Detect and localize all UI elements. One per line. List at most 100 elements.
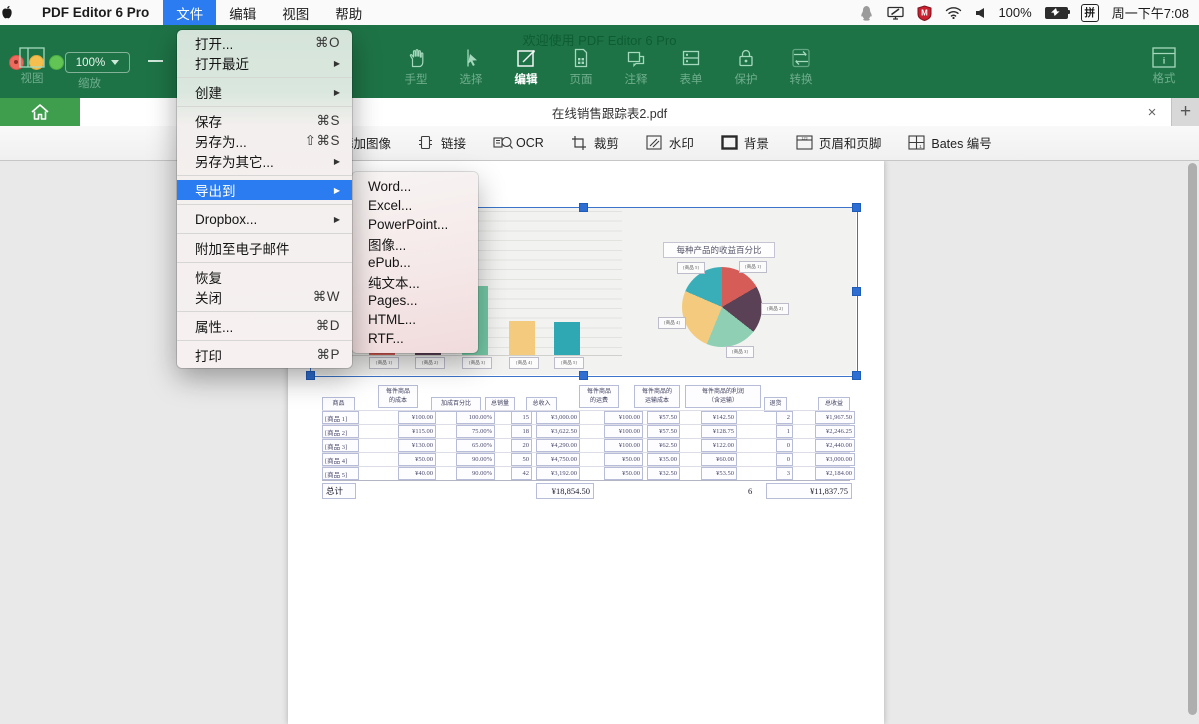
table-cell[interactable]: 3 bbox=[776, 467, 793, 480]
table-cell[interactable]: 15 bbox=[511, 411, 532, 424]
mcafee-shield-icon[interactable]: M bbox=[917, 5, 932, 21]
menu-item-save-as-other[interactable]: 另存为其它...▶ bbox=[177, 151, 352, 171]
table-cell[interactable]: [商品 4] bbox=[322, 453, 359, 466]
table-cell[interactable]: ¥62.50 bbox=[647, 439, 680, 452]
header-footer-button[interactable]: 123 页眉和页脚 bbox=[796, 133, 882, 152]
menu-item-open[interactable]: 打开...⌘O bbox=[177, 33, 352, 53]
menu-item-dropbox[interactable]: Dropbox...▶ bbox=[177, 209, 352, 229]
view-button[interactable]: 视图 bbox=[6, 47, 58, 86]
submenu-item-powerpoint[interactable]: PowerPoint... bbox=[352, 215, 478, 234]
menubar-item-view[interactable]: 视图 bbox=[269, 0, 322, 25]
menu-item-properties[interactable]: 属性...⌘D bbox=[177, 316, 352, 336]
table-header[interactable]: 每件商品 的成本 bbox=[378, 385, 418, 408]
tool-page[interactable]: 页面 bbox=[555, 47, 607, 87]
table-cell[interactable]: 42 bbox=[511, 467, 532, 480]
submenu-item-image[interactable]: 图像... bbox=[352, 234, 478, 253]
ocr-button[interactable]: OCR bbox=[493, 135, 544, 150]
table-cell[interactable]: 100.00% bbox=[456, 411, 495, 424]
zoom-out-button[interactable] bbox=[148, 60, 163, 62]
table-cell[interactable]: 18 bbox=[511, 425, 532, 438]
tool-hand[interactable]: 手型 bbox=[390, 47, 442, 87]
submenu-item-plain-text[interactable]: 纯文本... bbox=[352, 272, 478, 291]
home-tab-button[interactable] bbox=[0, 98, 80, 126]
menu-item-open-recent[interactable]: 打开最近▶ bbox=[177, 53, 352, 73]
background-button[interactable]: 背景 bbox=[721, 133, 769, 152]
menu-item-attach-to-email[interactable]: 附加至电子邮件 bbox=[177, 238, 352, 258]
table-cell[interactable]: ¥3,000.00 bbox=[536, 411, 580, 424]
menu-item-revert[interactable]: 恢复 bbox=[177, 267, 352, 287]
table-cell[interactable]: ¥60.00 bbox=[701, 453, 737, 466]
menubar-item-help[interactable]: 帮助 bbox=[322, 0, 375, 25]
table-cell[interactable]: ¥57.50 bbox=[647, 425, 680, 438]
table-cell[interactable]: 65.00% bbox=[456, 439, 495, 452]
table-cell[interactable]: ¥100.00 bbox=[604, 439, 643, 452]
menu-item-save-as[interactable]: 另存为...⇧⌘S bbox=[177, 131, 352, 151]
table-header[interactable]: 每件商品的利润 （含运输） bbox=[685, 385, 761, 408]
qq-status-icon[interactable] bbox=[859, 5, 874, 21]
table-cell[interactable]: ¥50.00 bbox=[398, 453, 436, 466]
table-cell[interactable]: [商品 5] bbox=[322, 467, 359, 480]
table-cell[interactable]: ¥115.00 bbox=[398, 425, 436, 438]
app-name[interactable]: PDF Editor 6 Pro bbox=[34, 5, 157, 20]
table-cell[interactable]: 0 bbox=[776, 453, 793, 466]
submenu-item-epub[interactable]: ePub... bbox=[352, 253, 478, 272]
submenu-item-excel[interactable]: Excel... bbox=[352, 196, 478, 215]
table-cell[interactable]: ¥4,750.00 bbox=[536, 453, 580, 466]
table-cell[interactable]: ¥3,192.00 bbox=[536, 467, 580, 480]
table-cell[interactable]: ¥100.00 bbox=[604, 425, 643, 438]
table-cell[interactable]: ¥50.00 bbox=[604, 453, 643, 466]
format-panel-button[interactable]: i 格式 bbox=[1138, 47, 1190, 86]
table-cell[interactable]: 2 bbox=[776, 411, 793, 424]
submenu-item-html[interactable]: HTML... bbox=[352, 310, 478, 329]
table-cell[interactable]: ¥32.50 bbox=[647, 467, 680, 480]
selection-handle-se[interactable] bbox=[852, 371, 861, 380]
menubar-item-edit[interactable]: 编辑 bbox=[216, 0, 269, 25]
tool-comment[interactable]: 注释 bbox=[610, 47, 662, 87]
table-cell[interactable]: 90.00% bbox=[456, 453, 495, 466]
table-cell[interactable]: ¥3,000.00 bbox=[815, 453, 855, 466]
menu-item-print[interactable]: 打印⌘P bbox=[177, 345, 352, 365]
menu-item-export-to[interactable]: 导出到▶ bbox=[177, 180, 352, 200]
tool-select[interactable]: 选择 bbox=[445, 47, 497, 87]
submenu-item-pages[interactable]: Pages... bbox=[352, 291, 478, 310]
selection-handle-s[interactable] bbox=[579, 371, 588, 380]
menubar-item-file[interactable]: 文件 bbox=[163, 0, 216, 25]
table-total-profit[interactable]: ¥11,837.75 bbox=[766, 483, 852, 499]
table-cell[interactable]: 0 bbox=[776, 439, 793, 452]
table-cell[interactable]: ¥4,290.00 bbox=[536, 439, 580, 452]
link-button[interactable]: 链接 bbox=[418, 133, 466, 152]
table-cell[interactable]: [商品 3] bbox=[322, 439, 359, 452]
input-method-icon[interactable]: 拼 bbox=[1081, 4, 1099, 22]
table-cell[interactable]: ¥100.00 bbox=[604, 411, 643, 424]
table-cell[interactable]: ¥142.50 bbox=[701, 411, 737, 424]
table-cell[interactable]: ¥2,246.25 bbox=[815, 425, 855, 438]
table-total-label[interactable]: 总计 bbox=[322, 483, 356, 499]
tool-edit[interactable]: 编辑 bbox=[500, 47, 552, 87]
table-cell[interactable]: 50 bbox=[511, 453, 532, 466]
bates-number-button[interactable]: 1 Bates 编号 bbox=[908, 133, 991, 152]
tool-form[interactable]: 表单 bbox=[665, 47, 717, 87]
table-cell[interactable]: ¥130.00 bbox=[398, 439, 436, 452]
table-header[interactable]: 每件商品 的运费 bbox=[579, 385, 619, 408]
crop-button[interactable]: 裁剪 bbox=[571, 133, 619, 152]
table-cell[interactable]: ¥128.75 bbox=[701, 425, 737, 438]
submenu-item-rtf[interactable]: RTF... bbox=[352, 329, 478, 348]
table-cell[interactable]: [商品 1] bbox=[322, 411, 359, 424]
menubar-clock[interactable]: 周一下午7:08 bbox=[1112, 3, 1189, 22]
table-cell[interactable]: ¥53.50 bbox=[701, 467, 737, 480]
table-cell[interactable]: ¥2,440.00 bbox=[815, 439, 855, 452]
table-cell[interactable]: 75.00% bbox=[456, 425, 495, 438]
battery-icon[interactable] bbox=[1045, 7, 1068, 19]
table-cell[interactable]: ¥50.00 bbox=[604, 467, 643, 480]
volume-icon[interactable] bbox=[975, 7, 985, 19]
menu-item-save[interactable]: 保存⌘S bbox=[177, 111, 352, 131]
table-header[interactable]: 每件商品的 运输成本 bbox=[634, 385, 680, 408]
table-cell[interactable]: ¥35.00 bbox=[647, 453, 680, 466]
table-cell[interactable]: ¥2,184.00 bbox=[815, 467, 855, 480]
table-cell[interactable]: 20 bbox=[511, 439, 532, 452]
tool-convert[interactable]: 转换 bbox=[775, 47, 827, 87]
wifi-icon[interactable] bbox=[945, 6, 962, 19]
zoom-level-dropdown[interactable]: 100% bbox=[65, 52, 130, 73]
close-tab-button[interactable]: × bbox=[1143, 103, 1161, 121]
selection-handle-ne[interactable] bbox=[852, 203, 861, 212]
